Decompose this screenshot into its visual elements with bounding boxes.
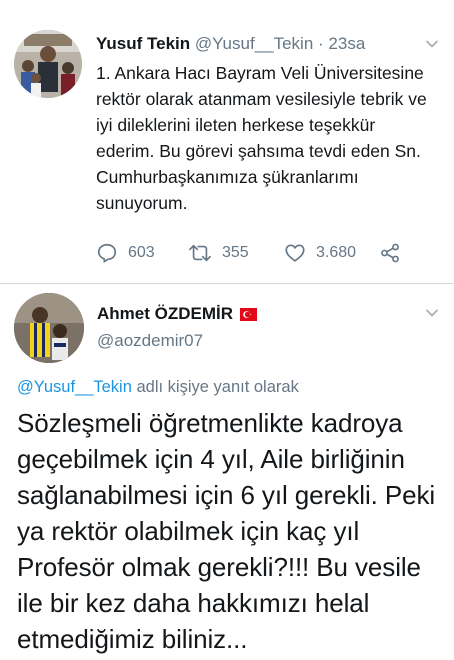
retweet-button[interactable]: 355 — [188, 240, 249, 266]
author-avatar[interactable] — [14, 30, 82, 98]
reply-icon — [97, 243, 117, 263]
share-icon — [381, 243, 399, 263]
chevron-down-icon[interactable] — [425, 37, 439, 51]
replying-to-suffix: adlı kişiye yanıt olarak — [136, 378, 299, 396]
tweet-original[interactable]: Yusuf Tekin @Yusuf__Tekin · 23sa 1. Anka… — [0, 0, 454, 283]
like-icon — [285, 244, 305, 262]
reply-author-name[interactable]: Ahmet ÖZDEMİR — [97, 304, 233, 324]
reply-author-handle[interactable]: @aozdemir07 — [97, 331, 203, 351]
like-count: 3.680 — [316, 244, 357, 261]
reply-author-avatar[interactable] — [14, 293, 84, 363]
replying-to-line: @Yusuf__Tekin adlı kişiye yanıt olarak — [17, 378, 299, 397]
turkey-flag-icon — [240, 307, 257, 321]
reply-author-name-row[interactable]: Ahmet ÖZDEMİR — [97, 304, 257, 324]
author-handle[interactable]: @Yusuf__Tekin — [195, 34, 313, 53]
avatar-photo-icon — [14, 30, 82, 98]
retweet-icon — [189, 244, 211, 262]
header-separator: · — [318, 34, 324, 53]
tweet-header: Yusuf Tekin @Yusuf__Tekin · 23sa — [96, 33, 426, 55]
tweet-divider — [0, 283, 454, 284]
reply-button[interactable]: 603 — [96, 240, 155, 266]
tweet-text: 1. Ankara Hacı Bayram Veli Üniversitesin… — [96, 63, 427, 213]
tweet-actions: 603 355 3.680 — [96, 240, 416, 266]
replying-to-link[interactable]: @Yusuf__Tekin — [17, 378, 132, 396]
chevron-down-icon[interactable] — [425, 306, 439, 320]
share-button[interactable] — [379, 240, 401, 266]
tweet-timestamp[interactable]: 23sa — [328, 34, 365, 53]
reply-tweet-text: Sözleşmeli öğretmenlikte kadroya geçebil… — [17, 408, 436, 654]
like-button[interactable]: 3.680 — [284, 240, 356, 266]
retweet-count: 355 — [222, 244, 249, 261]
author-name[interactable]: Yusuf Tekin — [96, 34, 190, 53]
reply-count: 603 — [128, 244, 155, 261]
avatar-photo-icon — [14, 293, 84, 363]
